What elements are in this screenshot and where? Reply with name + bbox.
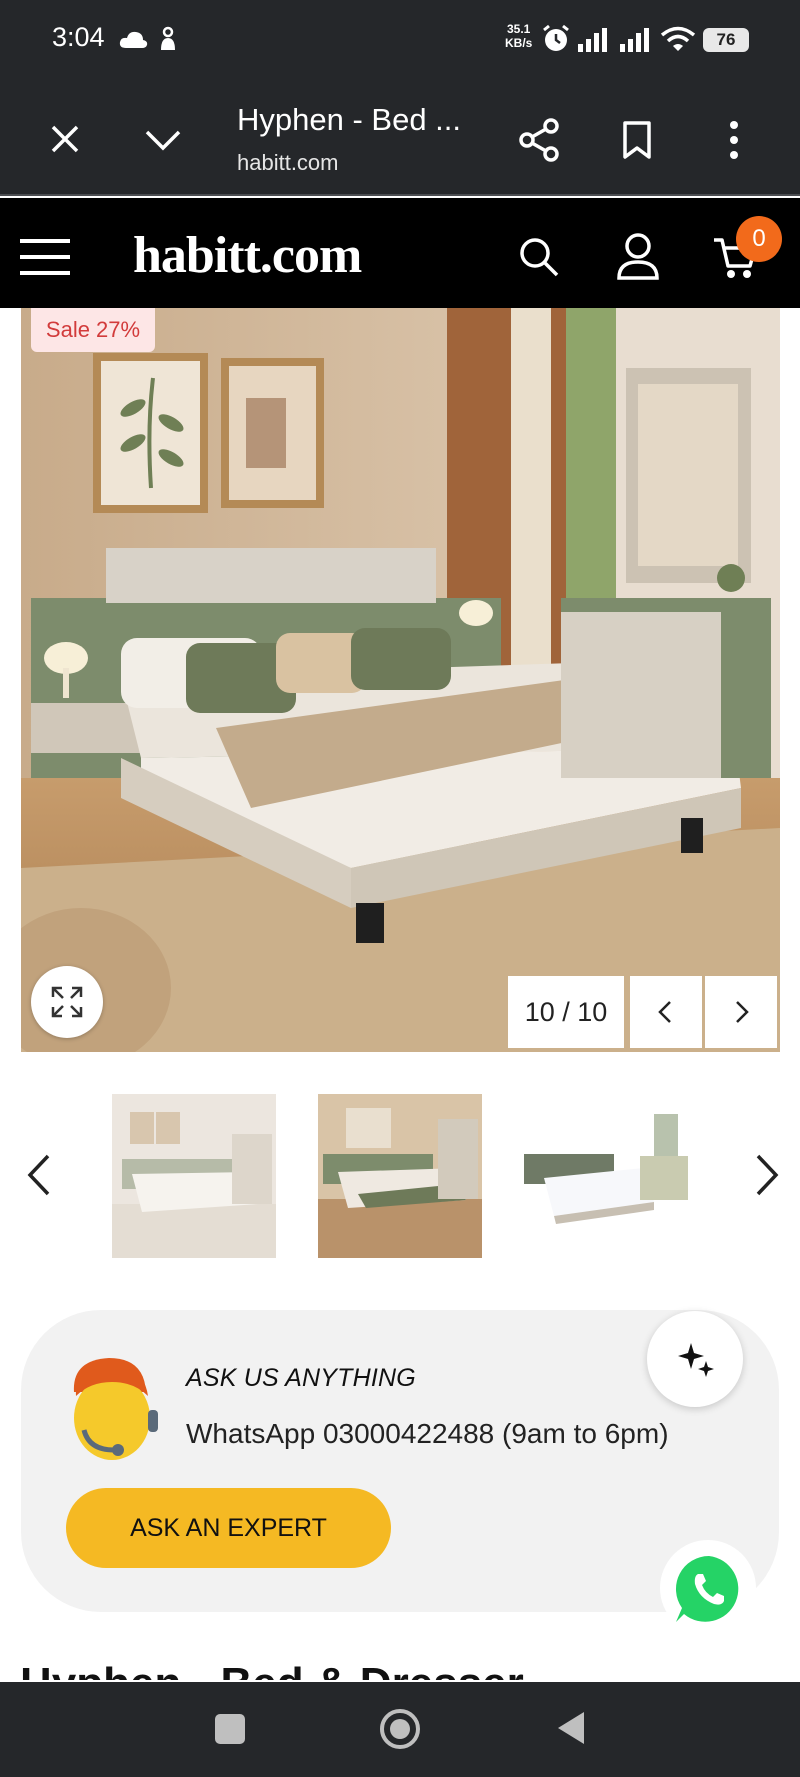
recents-button[interactable] — [215, 1714, 245, 1744]
status-bar: 3:04 35.1 KB/s 76 — [0, 0, 800, 82]
tab-title[interactable]: Hyphen - Bed ... — [237, 102, 467, 138]
back-button[interactable] — [556, 1710, 586, 1746]
whatsapp-chat-button[interactable] — [660, 1540, 756, 1636]
alarm-icon — [543, 24, 569, 51]
thumbnail-2[interactable] — [318, 1094, 482, 1258]
status-time: 3:04 — [52, 22, 105, 52]
app-notification-icon — [161, 26, 175, 50]
product-title: Hyphen - Bed & Dresser — [20, 1652, 524, 1680]
chevron-right-icon — [736, 1001, 749, 1023]
wifi-icon — [660, 26, 696, 51]
system-nav-bar — [0, 1682, 800, 1777]
menu-icon[interactable] — [20, 238, 70, 276]
tab-url[interactable]: habitt.com — [237, 150, 339, 176]
signal-icon — [620, 28, 649, 52]
ask-expert-button[interactable]: ASK AN EXPERT — [66, 1488, 391, 1568]
chevron-left-icon — [658, 1001, 671, 1023]
thumbnails-next-icon[interactable] — [748, 1150, 788, 1200]
network-speed-unit: KB/s — [505, 36, 533, 50]
site-header: habitt.com 0 — [0, 198, 800, 308]
bedroom-photo — [21, 308, 780, 1052]
support-agent-icon — [73, 1358, 158, 1460]
thumbnail-3[interactable] — [524, 1094, 688, 1258]
signal-icon — [578, 28, 607, 52]
next-image-button[interactable] — [705, 976, 777, 1048]
chevron-down-icon[interactable] — [144, 128, 182, 152]
whatsapp-icon — [675, 1556, 739, 1622]
battery-icon: 76 — [703, 28, 749, 52]
thumbnail-1-image — [112, 1094, 276, 1258]
share-icon[interactable] — [518, 118, 560, 162]
prev-image-button[interactable] — [630, 976, 702, 1048]
close-icon[interactable] — [50, 124, 80, 154]
expand-icon — [51, 986, 83, 1018]
thumbnail-2-image — [318, 1094, 482, 1258]
search-icon[interactable] — [518, 236, 560, 278]
product-main-image[interactable] — [21, 308, 780, 1052]
network-speed-value: 35.1 — [506, 22, 531, 36]
ask-title: ASK US ANYTHING — [186, 1364, 416, 1392]
network-speed: 35.1 KB/s — [505, 22, 532, 50]
cloud-icon — [119, 31, 148, 48]
bookmark-icon[interactable] — [622, 120, 652, 160]
browser-toolbar: Hyphen - Bed ... habitt.com — [0, 82, 800, 196]
site-logo[interactable]: habitt.com — [133, 226, 362, 285]
fullscreen-button[interactable] — [31, 966, 103, 1038]
home-button[interactable] — [378, 1707, 422, 1751]
image-counter: 10 / 10 — [508, 976, 624, 1048]
thumbnail-3-image — [524, 1094, 688, 1258]
cart-count-badge[interactable]: 0 — [736, 216, 782, 262]
whatsapp-contact[interactable]: WhatsApp 03000422488 (9am to 6pm) — [186, 1418, 669, 1450]
more-vert-icon[interactable] — [728, 120, 740, 160]
thumbnail-1[interactable] — [112, 1094, 276, 1258]
sale-badge: Sale 27% — [31, 308, 155, 352]
sparkle-icon — [678, 1343, 714, 1377]
ai-assistant-button[interactable] — [647, 1311, 743, 1407]
user-icon[interactable] — [616, 232, 660, 280]
thumbnails-prev-icon[interactable] — [18, 1150, 58, 1200]
